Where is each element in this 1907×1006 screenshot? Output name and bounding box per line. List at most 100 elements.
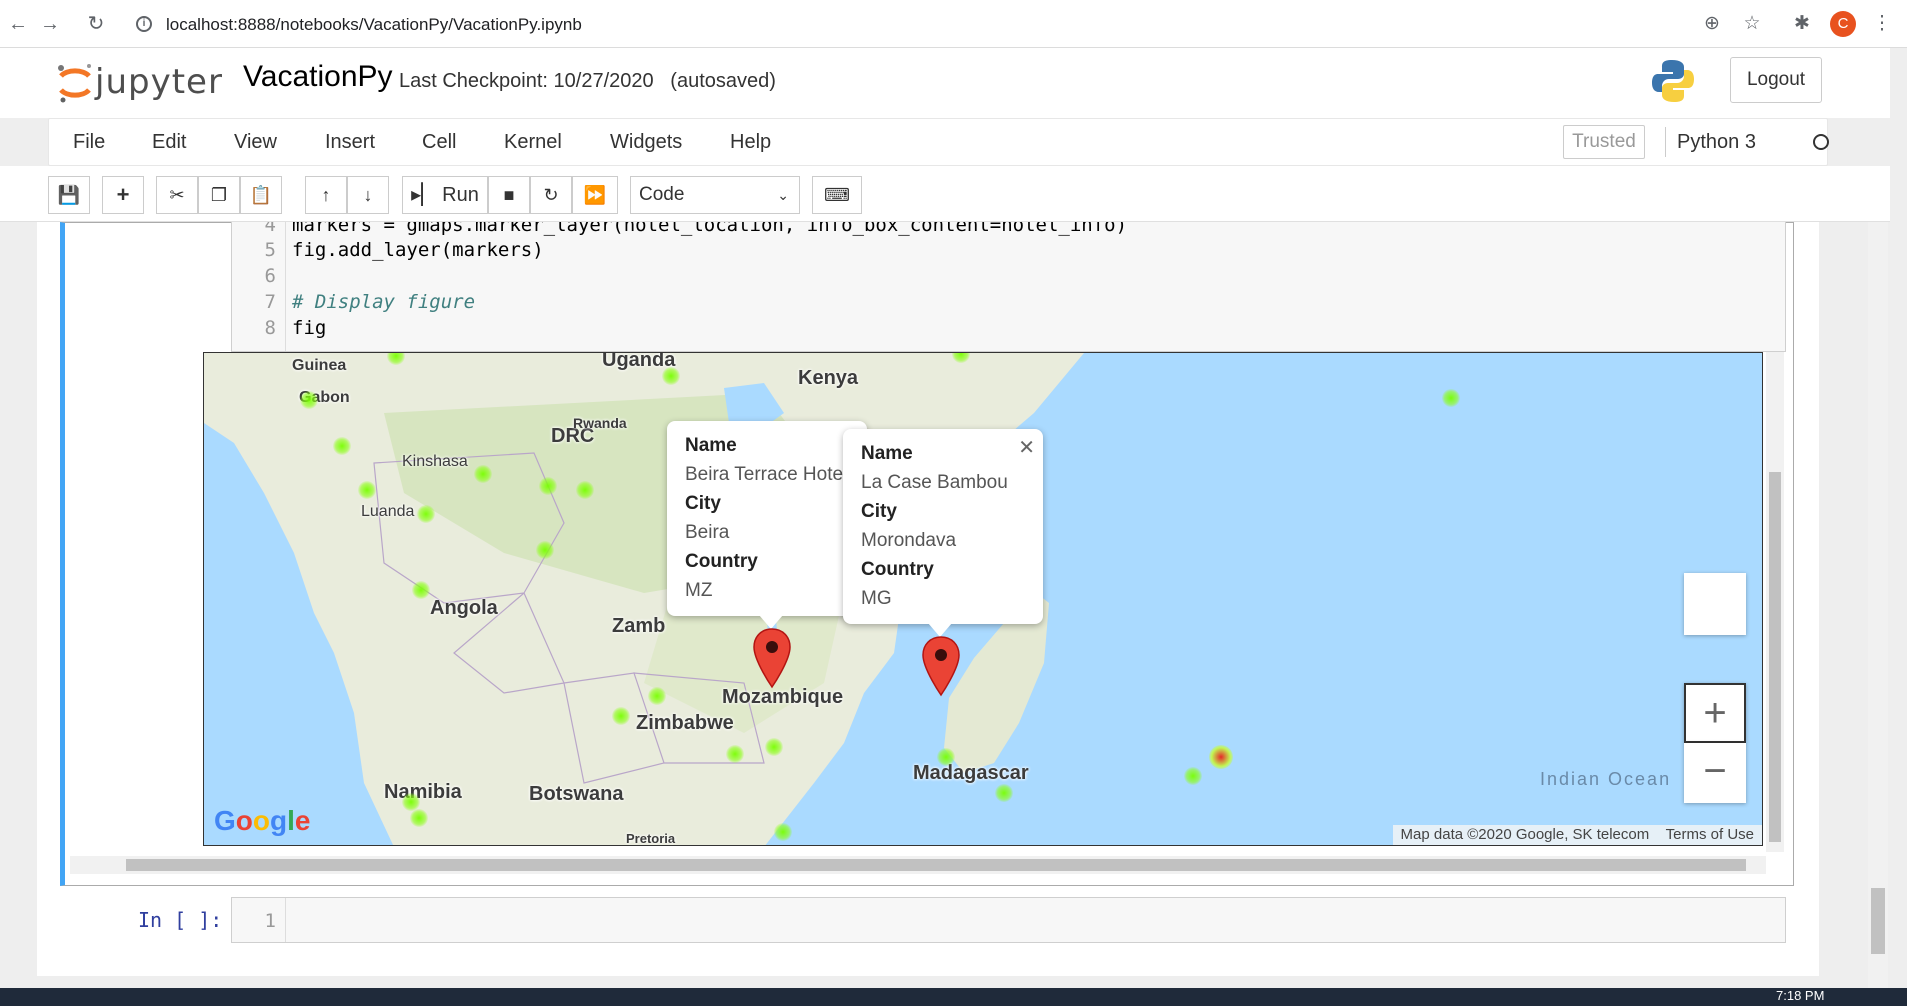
heatmap-point (765, 738, 783, 756)
map-label-madagascar: Madagascar (913, 762, 1029, 784)
code-line[interactable]: fig (292, 317, 326, 339)
command-palette-button[interactable]: ⌨ (812, 176, 862, 214)
more-menu-icon[interactable]: ⋮ (1870, 12, 1894, 36)
stop-icon: ■ (503, 185, 515, 205)
input-prompt: In [ ]: (138, 908, 223, 932)
output-horizontal-scrollbar[interactable] (70, 856, 1766, 874)
info-city-heading: City (861, 501, 897, 522)
extensions-icon[interactable]: ✱ (1790, 12, 1814, 36)
menu-widgets[interactable]: Widgets (610, 131, 682, 154)
map-fullscreen-control[interactable] (1684, 573, 1746, 635)
map-label-namibia: Namibia (384, 781, 462, 803)
menu-kernel[interactable]: Kernel (504, 131, 562, 154)
heatmap-point (536, 541, 554, 559)
cell-type-select[interactable]: Code ⌄ (630, 176, 800, 214)
menu-file[interactable]: File (73, 131, 105, 154)
marker-pin-icon[interactable] (752, 627, 792, 689)
map-label-guinea: Guinea (292, 357, 347, 374)
paste-icon: 📋 (249, 185, 273, 205)
notebook-title[interactable]: VacationPy (243, 60, 393, 94)
reload-icon[interactable]: ↻ (82, 10, 110, 38)
gmaps-figure[interactable]: Guinea Gabon Uganda Kenya DRC Rwanda Kin… (203, 352, 1763, 846)
zoom-icon[interactable]: ⊕ (1700, 12, 1724, 36)
jupyter-logo[interactable]: jupyter (55, 58, 225, 108)
scroll-thumb[interactable] (126, 859, 1746, 871)
restart-run-all-button[interactable]: ⏩ (572, 176, 618, 214)
menubar: File Edit View Insert Cell Kernel Widget… (48, 118, 1829, 166)
back-icon[interactable]: ← (4, 10, 32, 38)
forward-icon[interactable]: → (36, 10, 64, 38)
code-line[interactable]: markers = gmaps.marker_layer(hotel_locat… (292, 222, 1127, 236)
code-editor[interactable]: 4 markers = gmaps.marker_layer(hotel_loc… (231, 222, 1786, 352)
run-icon: ▸▏ (411, 184, 437, 206)
jupyter-orbit-icon (58, 64, 91, 103)
map-label-angola: Angola (430, 597, 498, 619)
map-label-pretoria: Pretoria (626, 831, 676, 846)
map-label-zimbabwe: Zimbabwe (636, 712, 734, 734)
heatmap-point (576, 481, 594, 499)
code-line[interactable]: fig.add_layer(markers) (292, 239, 544, 261)
scroll-thumb[interactable] (1871, 888, 1885, 954)
python-logo-icon (1652, 60, 1694, 102)
system-clock: 7:18 PM (1776, 988, 1825, 1003)
kernel-name[interactable]: Python 3 (1677, 131, 1756, 154)
save-button[interactable]: 💾 (48, 176, 90, 214)
zoom-in-button[interactable]: + (1684, 683, 1746, 743)
map-label-indian-ocean: Indian Ocean (1540, 769, 1672, 789)
menu-cell[interactable]: Cell (422, 131, 456, 154)
close-icon[interactable]: ✕ (1018, 435, 1035, 460)
arrow-up-icon: ↑ (321, 185, 331, 205)
menu-help[interactable]: Help (730, 131, 771, 154)
profile-avatar[interactable]: C (1830, 11, 1856, 37)
info-country-value: MG (861, 588, 892, 609)
info-country-value: MZ (685, 580, 713, 601)
os-taskbar: 7:18 PM (0, 988, 1907, 1006)
heatmap-point (774, 823, 792, 841)
heatmap-point (995, 784, 1013, 802)
map-attribution: Map data ©2020 Google, SK telecom Terms … (1392, 825, 1762, 845)
jupyter-logo-text: jupyter (95, 62, 223, 102)
restart-button[interactable]: ↻ (530, 176, 572, 214)
scroll-thumb[interactable] (1769, 472, 1781, 842)
heatmap-point (300, 391, 318, 409)
marker-pin-icon[interactable] (921, 635, 961, 697)
site-info-icon[interactable]: i (136, 16, 152, 32)
output-vertical-scrollbar[interactable] (1766, 352, 1784, 852)
trusted-badge[interactable]: Trusted (1563, 125, 1645, 159)
insert-cell-button[interactable]: + (102, 176, 144, 214)
address-bar[interactable]: i localhost:8888/notebooks/VacationPy/Va… (126, 7, 1776, 41)
terms-of-use-link[interactable]: Terms of Use (1666, 826, 1754, 843)
line-number: 1 (264, 910, 276, 932)
chevron-down-icon: ⌄ (777, 187, 789, 203)
menu-insert[interactable]: Insert (325, 131, 375, 154)
info-window-morondava[interactable]: ✕ Name La Case Bambou City Morondava Cou… (843, 429, 1043, 624)
interrupt-button[interactable]: ■ (488, 176, 530, 214)
code-comment-line[interactable]: # Display figure (292, 291, 475, 313)
heatmap-point (937, 748, 955, 766)
line-number: 7 (264, 291, 276, 313)
info-window-beira[interactable]: Name Beira Terrace Hotel City Beira Coun… (667, 421, 867, 616)
checkpoint-status: Last Checkpoint: 10/27/2020 (autosaved) (399, 70, 776, 92)
menu-edit[interactable]: Edit (152, 131, 186, 154)
scissors-icon: ✂ (169, 185, 185, 205)
line-number: 4 (264, 222, 276, 236)
map-label-kinshasa: Kinshasa (402, 453, 468, 470)
zoom-out-button[interactable]: − (1684, 743, 1746, 803)
url-text[interactable]: localhost:8888/notebooks/VacationPy/Vaca… (166, 15, 582, 35)
move-up-button[interactable]: ↑ (305, 176, 347, 214)
run-button[interactable]: ▸▏ Run (402, 176, 488, 214)
heatmap-point (612, 707, 630, 725)
page-vertical-scrollbar[interactable] (1868, 222, 1888, 988)
cut-button[interactable]: ✂ (156, 176, 198, 214)
logout-button[interactable]: Logout (1730, 57, 1822, 103)
run-label: Run (442, 184, 479, 206)
map-label-botswana: Botswana (529, 783, 624, 805)
empty-code-cell[interactable]: 1 (231, 897, 1786, 943)
heatmap-point (662, 367, 680, 385)
paste-button[interactable]: 📋 (240, 176, 282, 214)
copy-button[interactable]: ❐ (198, 176, 240, 214)
map-data-credit: Map data ©2020 Google, SK telecom (1400, 826, 1650, 843)
bookmark-star-icon[interactable]: ☆ (1740, 12, 1764, 36)
move-down-button[interactable]: ↓ (347, 176, 389, 214)
menu-view[interactable]: View (234, 131, 277, 154)
